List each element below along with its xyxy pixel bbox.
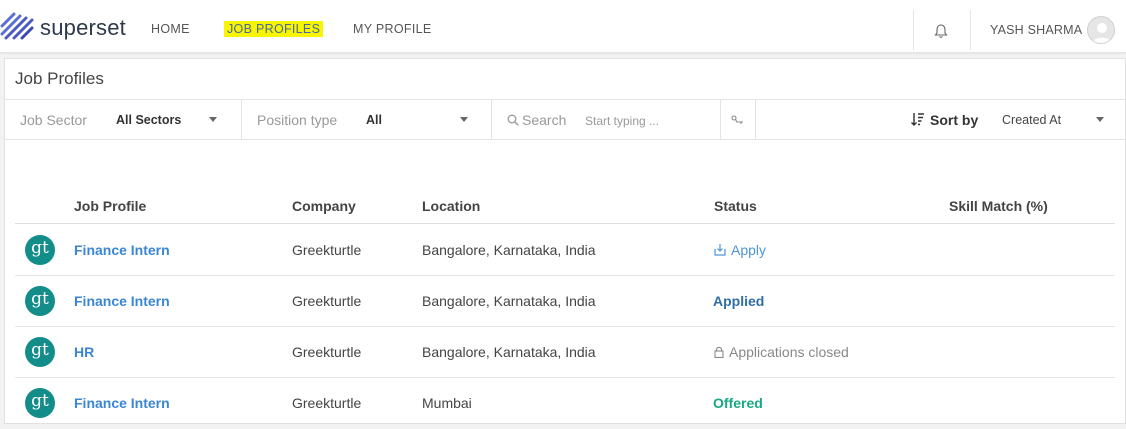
job-profiles-card: Job Profiles Job Sector All Sectors Posi…	[4, 58, 1126, 424]
job-profile-link[interactable]: Finance Intern	[74, 293, 170, 309]
download-icon	[714, 244, 726, 256]
company-logo: gt	[25, 286, 55, 316]
status-badge: Offered	[713, 395, 763, 411]
brand-logo[interactable]: superset	[0, 12, 126, 44]
lock-icon	[714, 346, 724, 358]
company-name: Greekturtle	[292, 395, 362, 411]
column-header[interactable]: Company	[292, 198, 356, 214]
table-row[interactable]: gt Finance Intern Greekturtle Bangalore,…	[15, 225, 1115, 276]
sort-select[interactable]: Created At	[1002, 113, 1061, 127]
job-profile-link[interactable]: HR	[74, 344, 94, 360]
position-type-select[interactable]: All	[366, 113, 382, 127]
brand-name: superset	[40, 15, 126, 40]
column-header[interactable]: Skill Match (%)	[949, 198, 1048, 214]
superset-logo-icon	[0, 12, 34, 40]
page-title: Job Profiles	[15, 69, 104, 88]
search-label: Search	[522, 112, 567, 128]
navbar-divider	[970, 10, 971, 50]
search-submit-button[interactable]	[721, 100, 756, 139]
column-header[interactable]: Location	[422, 198, 480, 214]
status-text: Apply	[731, 242, 767, 258]
nav-job-profiles[interactable]: JOB PROFILES	[224, 21, 324, 37]
location: Bangalore, Karnataka, India	[422, 344, 596, 360]
company-logo: gt	[25, 337, 55, 367]
filter-bar: Job Sector All Sectors Position type All…	[5, 99, 1126, 140]
location: Bangalore, Karnataka, India	[422, 293, 596, 309]
bell-icon[interactable]	[933, 23, 949, 39]
position-type-label: Position type	[257, 112, 338, 128]
table-row[interactable]: gt Finance Intern Greekturtle Mumbai Off…	[15, 378, 1115, 429]
job-sector-select[interactable]: All Sectors	[116, 113, 181, 127]
search-icon	[507, 114, 519, 126]
sort-label: Sort by	[930, 112, 979, 128]
table-row[interactable]: gt Finance Intern Greekturtle Bangalore,…	[15, 276, 1115, 327]
top-navbar: superset HOME JOB PROFILES MY PROFILE YA…	[0, 0, 1126, 53]
search-input[interactable]: Start typing ...	[585, 114, 659, 128]
avatar[interactable]	[1087, 16, 1115, 44]
job-profile-link[interactable]: Finance Intern	[74, 242, 170, 258]
location: Mumbai	[422, 395, 472, 411]
search-box[interactable]: Search Start typing ...	[492, 100, 721, 139]
sort-icon	[911, 113, 924, 126]
nav-home[interactable]: HOME	[151, 22, 190, 36]
key-icon	[731, 115, 743, 124]
company-logo: gt	[25, 388, 55, 418]
job-sector-label: Job Sector	[20, 112, 87, 128]
column-header[interactable]: Status	[714, 198, 757, 214]
company-name: Greekturtle	[292, 242, 362, 258]
job-profile-link[interactable]: Finance Intern	[74, 395, 170, 411]
status-badge: Applications closed	[714, 344, 849, 360]
table-row[interactable]: gt HR Greekturtle Bangalore, Karnataka, …	[15, 327, 1115, 378]
navbar-divider	[913, 10, 914, 50]
apply-button[interactable]: Apply	[714, 242, 766, 258]
chevron-down-icon[interactable]	[1096, 117, 1104, 122]
chevron-down-icon[interactable]	[460, 117, 468, 122]
user-avatar-icon	[1092, 23, 1112, 43]
table-header: Job Profile Company Location Status Skil…	[15, 187, 1115, 224]
company-name: Greekturtle	[292, 293, 362, 309]
nav-my-profile[interactable]: MY PROFILE	[353, 22, 431, 36]
location: Bangalore, Karnataka, India	[422, 242, 596, 258]
company-logo: gt	[25, 235, 55, 265]
column-header[interactable]: Job Profile	[74, 198, 146, 214]
user-name[interactable]: YASH SHARMA	[990, 23, 1082, 37]
position-type-filter[interactable]: Position type All	[242, 100, 492, 139]
chevron-down-icon[interactable]	[209, 117, 217, 122]
status-badge: Applied	[713, 293, 765, 309]
company-name: Greekturtle	[292, 344, 362, 360]
job-sector-filter[interactable]: Job Sector All Sectors	[5, 100, 242, 139]
status-text: Applications closed	[729, 344, 849, 360]
